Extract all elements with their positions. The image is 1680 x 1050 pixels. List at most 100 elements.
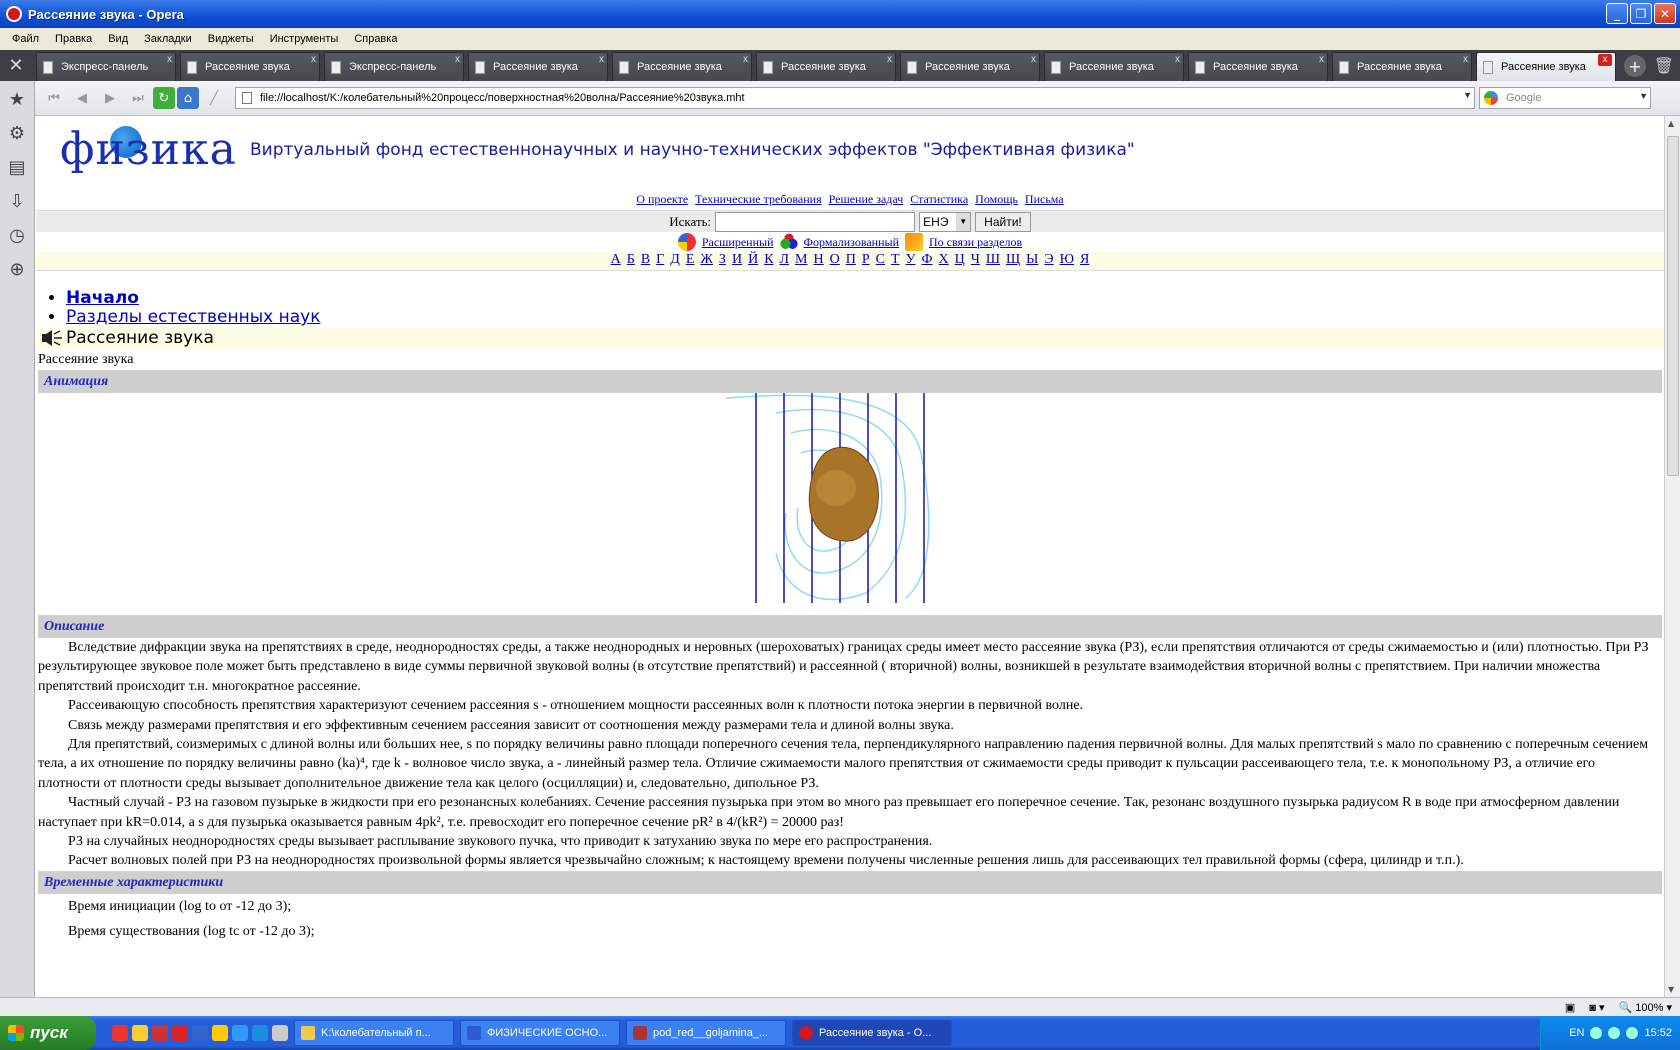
taskbar-item-word[interactable]: ФИЗИЧЕСКИЕ ОСНО... (460, 1020, 620, 1046)
scroll-up-icon[interactable]: ▲ (1668, 119, 1674, 128)
tray-icon[interactable] (1590, 1027, 1603, 1039)
tab-close-icon[interactable]: x (311, 54, 316, 65)
tab-close-icon[interactable]: x (1463, 54, 1468, 65)
tab-close-icon[interactable]: x (1319, 54, 1324, 65)
alphabet-letter[interactable]: Б (627, 252, 635, 267)
close-button[interactable]: ✕ (1654, 3, 1676, 24)
site-logo[interactable]: физика (60, 124, 237, 175)
menu-edit[interactable]: Правка (47, 33, 100, 45)
search-field[interactable]: Google ▼ (1479, 87, 1651, 109)
tray-icon[interactable] (1608, 1027, 1621, 1039)
quicklaunch-icon[interactable] (172, 1025, 188, 1041)
tab[interactable]: Рассеяние звука x (180, 52, 320, 81)
ie-icon[interactable] (252, 1025, 268, 1041)
alphabet-letter[interactable]: Щ (1006, 252, 1020, 267)
turbo-icon[interactable]: ▣ (1565, 1001, 1575, 1014)
wand-icon[interactable]: ╱ (201, 85, 227, 111)
search-scope-select[interactable]: ЕНЭ ▼ (919, 211, 972, 232)
link-letters[interactable]: Письма (1025, 192, 1064, 206)
tab-close-icon[interactable]: x (599, 54, 604, 65)
alphabet-letter[interactable]: Ч (971, 252, 980, 267)
taskbar-item-folder[interactable]: K:\колебательный п... (294, 1020, 454, 1046)
link-about[interactable]: О проекте (636, 192, 688, 206)
chevron-down-icon[interactable]: ▼ (1639, 91, 1648, 101)
fast-forward-icon[interactable]: ⏭ (125, 85, 151, 111)
tab[interactable]: Рассеяние звука x (1188, 52, 1328, 81)
tab[interactable]: Рассеяние звука x (900, 52, 1040, 81)
breadcrumb-home[interactable]: Начало (66, 288, 139, 308)
link-requirements[interactable]: Технические требования (695, 192, 821, 206)
link-statistics[interactable]: Статистика (910, 192, 968, 206)
start-button[interactable]: пуск (0, 1016, 96, 1050)
reload-icon[interactable]: ↻ (153, 87, 175, 109)
page-scrollbar[interactable]: ▲ ▼ (1664, 116, 1680, 997)
search-submit-button[interactable]: Найти! (975, 211, 1031, 232)
minimize-button[interactable]: _ (1606, 3, 1628, 24)
alphabet-letter[interactable]: А (611, 252, 621, 267)
alphabet-letter[interactable]: Й (748, 252, 758, 267)
tab-close-icon[interactable]: x (455, 54, 460, 65)
taskbar-item-reader[interactable]: pod_red__goljamina_... (626, 1020, 786, 1046)
breadcrumb-sections[interactable]: Разделы естественных наук (66, 307, 321, 327)
alphabet-letter[interactable]: Н (813, 252, 823, 267)
mode-formalized[interactable]: Формализованный (804, 235, 899, 250)
link-problems[interactable]: Решение задач (829, 192, 904, 206)
quicklaunch-icon[interactable] (112, 1025, 128, 1041)
tab[interactable]: Рассеяние звука x (612, 52, 752, 81)
alphabet-letter[interactable]: Ц (955, 252, 965, 267)
back-icon[interactable]: ◀ (69, 85, 95, 111)
tab-close-icon[interactable]: x (167, 54, 172, 65)
menu-help[interactable]: Справка (346, 33, 405, 45)
bookmarks-star-icon[interactable]: ★ (5, 87, 29, 111)
alphabet-letter[interactable]: Д (670, 252, 680, 267)
alphabet-letter[interactable]: К (764, 252, 773, 267)
tab[interactable]: Рассеяние звука x (1332, 52, 1472, 81)
link-help[interactable]: Помощь (975, 192, 1018, 206)
alphabet-letter[interactable]: И (732, 252, 742, 267)
quicklaunch-icon[interactable] (152, 1025, 168, 1041)
alphabet-letter[interactable]: Ю (1060, 252, 1074, 267)
menu-bookmarks[interactable]: Закладки (136, 33, 200, 45)
alphabet-letter[interactable]: Ы (1026, 252, 1038, 267)
camera-icon[interactable]: ◙ ▾ (1589, 1001, 1604, 1014)
quicklaunch-icon[interactable] (212, 1025, 228, 1041)
alphabet-letter[interactable]: У (906, 252, 916, 267)
alphabet-letter[interactable]: Т (891, 252, 900, 267)
alphabet-letter[interactable]: С (876, 252, 885, 267)
desktop-icon[interactable] (272, 1025, 288, 1041)
tab-close-icon[interactable]: x (1031, 54, 1036, 65)
address-bar[interactable]: file://localhost/K:/колебательный%20проц… (235, 87, 1475, 109)
quicklaunch-icon[interactable] (132, 1025, 148, 1041)
tab-close-icon[interactable]: x (1175, 54, 1180, 65)
alphabet-letter[interactable]: Г (656, 252, 664, 267)
tab[interactable]: Экспресс-панель x (324, 52, 464, 81)
scrollbar-thumb[interactable] (1667, 136, 1679, 476)
restore-button[interactable]: ❐ (1630, 3, 1652, 24)
quicklaunch-icon[interactable] (192, 1025, 208, 1041)
tab[interactable]: Рассеяние звука x (1044, 52, 1184, 81)
menu-view[interactable]: Вид (100, 33, 136, 45)
gear-icon[interactable]: ⚙ (5, 121, 29, 145)
alphabet-letter[interactable]: Х (939, 252, 949, 267)
add-panel-icon[interactable]: ⊕ (5, 257, 29, 281)
notes-icon[interactable]: ▤ (5, 155, 29, 179)
mode-sections[interactable]: По связи разделов (929, 235, 1022, 250)
alphabet-letter[interactable]: Л (780, 252, 790, 267)
quicklaunch-icon[interactable] (232, 1025, 248, 1041)
alphabet-letter[interactable]: Р (862, 252, 870, 267)
history-clock-icon[interactable]: ◷ (5, 223, 29, 247)
alphabet-letter[interactable]: Ш (986, 252, 1000, 267)
rewind-icon[interactable]: ⏮ (41, 85, 67, 111)
alphabet-letter[interactable]: З (719, 252, 726, 267)
tray-icon[interactable] (1626, 1027, 1639, 1039)
panel-toggle-icon[interactable]: ✕ (0, 50, 32, 81)
tab[interactable]: Экспресс-панель x (36, 52, 176, 81)
tab-close-icon[interactable]: x (743, 54, 748, 65)
trash-icon[interactable]: 🗑 (1654, 56, 1674, 75)
menu-file[interactable]: Файл (4, 33, 47, 45)
menu-widgets[interactable]: Виджеты (200, 33, 262, 45)
alphabet-letter[interactable]: О (830, 252, 840, 267)
tab-active[interactable]: Рассеяние звука x (1476, 52, 1616, 81)
alphabet-letter[interactable]: Ж (700, 252, 713, 267)
tab-close-icon[interactable]: x (1598, 54, 1612, 66)
